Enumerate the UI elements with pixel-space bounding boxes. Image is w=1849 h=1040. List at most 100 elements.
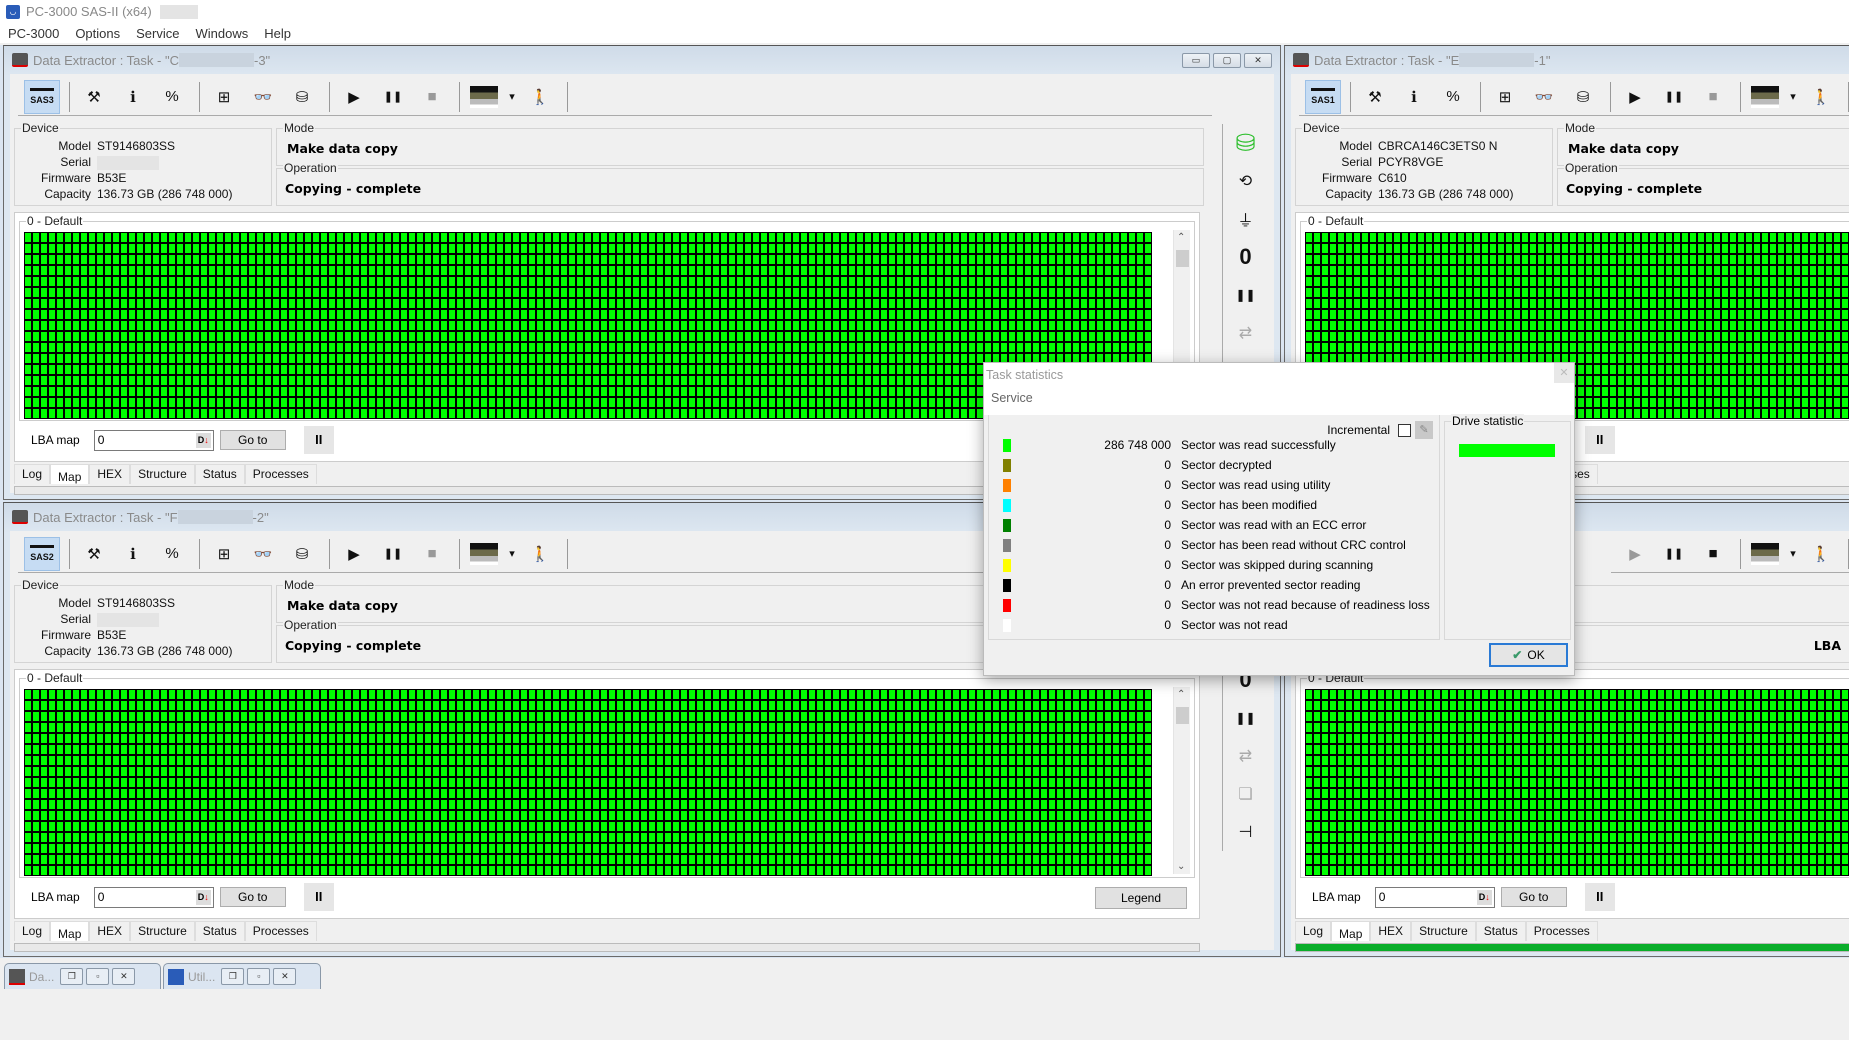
menu-help[interactable]: Help xyxy=(256,26,299,41)
tab-status[interactable]: Status xyxy=(194,464,245,484)
lba-map-input[interactable]: 0 D↓ xyxy=(1374,886,1495,908)
tab-structure[interactable]: Structure xyxy=(130,921,195,941)
dropdown-button[interactable]: ▾ xyxy=(505,537,519,571)
restore-button[interactable]: ❐ xyxy=(221,968,245,985)
tab-status[interactable]: Status xyxy=(194,921,245,941)
go-to-button[interactable]: Go to xyxy=(219,430,286,450)
lba-sector-map[interactable] xyxy=(1305,689,1849,876)
disk-image-button[interactable] xyxy=(1747,80,1783,114)
tab-map[interactable]: Map xyxy=(50,464,90,484)
tab-map[interactable]: Map xyxy=(50,921,90,941)
map-scrollbar[interactable]: ⌃ ⌄ xyxy=(1173,687,1190,874)
info-scroll-button[interactable]: ℹ xyxy=(115,80,151,114)
lba-map-input[interactable]: 0 D↓ xyxy=(93,429,214,451)
tab-structure[interactable]: Structure xyxy=(1411,921,1476,941)
tab-processes[interactable]: Processes xyxy=(1525,921,1598,941)
tab-hex[interactable]: HEX xyxy=(89,464,131,484)
clear-brush-icon[interactable]: ✎ xyxy=(1415,421,1433,439)
connector-button[interactable]: ⊣ xyxy=(1239,813,1253,851)
lba-direction-button[interactable]: D↓ xyxy=(195,432,211,448)
stop-button[interactable]: ■ xyxy=(414,537,450,571)
exit-run-button[interactable]: 🚶 xyxy=(1803,537,1839,571)
minimized-window-utility[interactable]: Util... ❐ ▫ ✕ xyxy=(163,963,321,989)
disk-export-button[interactable]: ⛁ xyxy=(284,537,320,571)
info-scroll-button[interactable]: ℹ xyxy=(115,537,151,571)
map-pause-button[interactable]: II xyxy=(1584,426,1615,454)
tree-button[interactable]: ⊞ xyxy=(206,537,242,571)
tab-processes[interactable]: Processes xyxy=(244,921,317,941)
tab-map[interactable]: Map xyxy=(1331,921,1371,941)
zero-scale-button[interactable]: 0 xyxy=(1239,238,1251,276)
play-button[interactable]: ▶ xyxy=(336,80,372,114)
disk-image-button[interactable] xyxy=(1747,537,1783,571)
tab-hex[interactable]: HEX xyxy=(89,921,131,941)
window-title-bar[interactable]: Data Extractor : Task - "E -1" xyxy=(1285,46,1849,74)
lba-direction-button[interactable]: D↓ xyxy=(195,889,211,905)
pause-button[interactable]: ❚❚ xyxy=(375,80,411,114)
menu-pc3000[interactable]: PC-3000 xyxy=(0,26,67,41)
copy-disk-button[interactable]: ⛁ xyxy=(1235,124,1255,162)
scroll-thumb[interactable] xyxy=(1176,250,1189,267)
maximize-button[interactable]: ▢ xyxy=(1213,53,1241,68)
dialog-close-button[interactable]: ✕ xyxy=(1554,363,1574,383)
power-switch-button[interactable]: ⏚ xyxy=(1237,200,1253,238)
disk-export-button[interactable]: ⛁ xyxy=(284,80,320,114)
close-button[interactable]: ✕ xyxy=(273,968,297,985)
incremental-checkbox[interactable] xyxy=(1398,423,1411,437)
window-title-bar[interactable]: Data Extractor : Task - "C -3" xyxy=(4,46,1280,74)
go-to-button[interactable]: Go to xyxy=(1500,887,1567,907)
stop-button[interactable]: ■ xyxy=(1695,80,1731,114)
binoculars-button[interactable]: 👓 xyxy=(245,537,281,571)
tab-processes[interactable]: Processes xyxy=(244,464,317,484)
dialog-menu-service[interactable]: Service xyxy=(991,391,1033,405)
tab-structure[interactable]: Structure xyxy=(130,464,195,484)
play-button[interactable]: ▶ xyxy=(1617,537,1653,571)
map-pause-button[interactable]: II xyxy=(303,883,334,911)
play-button[interactable]: ▶ xyxy=(1617,80,1653,114)
legend-button[interactable]: Legend xyxy=(1095,887,1187,909)
copy-delete-button[interactable]: ❏ xyxy=(1238,775,1252,813)
ok-button[interactable]: ✔ OK xyxy=(1489,643,1568,667)
scroll-thumb[interactable] xyxy=(1176,707,1189,724)
sas-port-button[interactable]: SAS3 xyxy=(24,79,60,114)
info-scroll-button[interactable]: ℹ xyxy=(1396,80,1432,114)
disk-image-button[interactable] xyxy=(466,537,502,571)
tree-button[interactable]: ⊞ xyxy=(206,80,242,114)
reset-counter-button[interactable]: ⟲ xyxy=(1239,162,1252,200)
menu-service[interactable]: Service xyxy=(128,26,187,41)
counter-move-button[interactable]: ⇄ xyxy=(1239,314,1252,352)
disk-export-button[interactable]: ⛁ xyxy=(1565,80,1601,114)
pause-button[interactable]: ❚❚ xyxy=(1235,276,1255,314)
scroll-up-icon[interactable]: ⌃ xyxy=(1177,689,1185,700)
lba-map-input[interactable]: 0 D↓ xyxy=(93,886,214,908)
counter-move-button[interactable]: ⇄ xyxy=(1239,737,1252,775)
exit-run-button[interactable]: 🚶 xyxy=(522,80,558,114)
dropdown-button[interactable]: ▾ xyxy=(1786,80,1800,114)
binoculars-button[interactable]: 👓 xyxy=(1526,80,1562,114)
tab-log[interactable]: Log xyxy=(14,464,51,484)
exit-run-button[interactable]: 🚶 xyxy=(522,537,558,571)
lba-sector-map[interactable] xyxy=(24,689,1152,876)
percent-report-button[interactable]: % xyxy=(154,537,190,571)
percent-report-button[interactable]: % xyxy=(1435,80,1471,114)
dropdown-button[interactable]: ▾ xyxy=(1786,537,1800,571)
menu-options[interactable]: Options xyxy=(67,26,128,41)
binoculars-button[interactable]: 👓 xyxy=(245,80,281,114)
tab-log[interactable]: Log xyxy=(14,921,51,941)
scroll-down-icon[interactable]: ⌄ xyxy=(1177,861,1185,872)
pause-button[interactable]: ❚❚ xyxy=(375,537,411,571)
sas-port-button[interactable]: SAS1 xyxy=(1305,79,1341,114)
map-pause-button[interactable]: II xyxy=(1584,883,1615,911)
lba-direction-button[interactable]: D↓ xyxy=(1476,889,1492,905)
percent-report-button[interactable]: % xyxy=(154,80,190,114)
tools-button[interactable]: ⚒ xyxy=(1357,80,1393,114)
tab-hex[interactable]: HEX xyxy=(1370,921,1412,941)
dropdown-button[interactable]: ▾ xyxy=(505,80,519,114)
tab-log[interactable]: Log xyxy=(1295,921,1332,941)
tab-status[interactable]: Status xyxy=(1475,921,1526,941)
pause-button[interactable]: ❚❚ xyxy=(1656,537,1692,571)
menu-windows[interactable]: Windows xyxy=(187,26,256,41)
minimized-window-data-extractor[interactable]: Da... ❐ ▫ ✕ xyxy=(4,963,161,989)
pause-button[interactable]: ❚❚ xyxy=(1235,699,1255,737)
maximize-button[interactable]: ▫ xyxy=(86,968,110,985)
